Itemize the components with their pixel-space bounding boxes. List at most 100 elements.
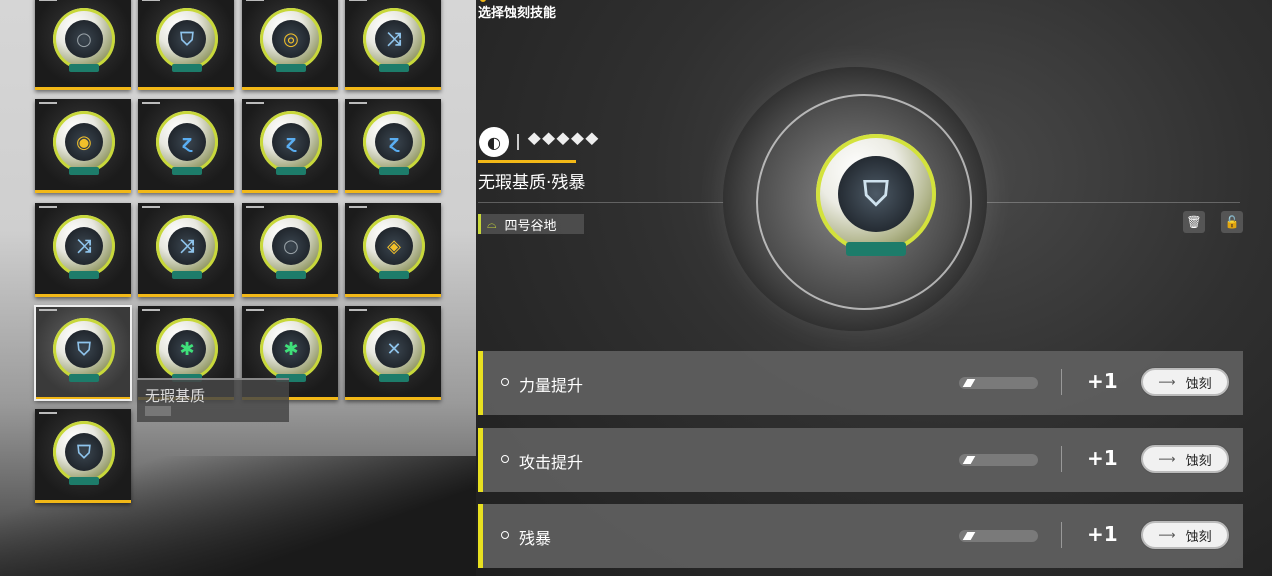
matrix-card[interactable]: ○ [242,203,338,297]
matrix-card[interactable]: ○ [35,0,131,90]
card-tag [246,0,264,1]
page-title: 选择蚀刻技能 [478,6,557,21]
card-tag [142,102,160,104]
card-tag [349,0,367,1]
matrix-orb: ⤨ [156,215,218,279]
card-tag [39,309,57,311]
card-tag [142,206,160,208]
orb-base [276,167,306,175]
location-badge: ⌓ 四号谷地 [478,214,584,234]
orb-base [172,167,202,175]
skill-level-bar [959,530,1038,542]
skill-label: 攻击提升 [519,453,584,472]
matrix-orb: ✕ [363,318,425,382]
skill-glyph-icon: ◈ [375,227,413,265]
skill-glyph-icon: ⛉ [65,330,103,368]
arrow-icon: ⟶ [1158,375,1176,389]
card-tag [246,102,264,104]
etch-button[interactable]: ⟶ 蚀刻 [1141,445,1229,473]
lock-toggle-button[interactable]: 🔓 [1221,211,1243,233]
skill-row-attack: 攻击提升 +1 ⟶ 蚀刻 [478,428,1243,492]
card-tag [246,309,264,311]
skill-glyph-icon: ◉ [65,123,103,161]
arrow-icon: ⟶ [1158,528,1176,542]
matrix-orb: ○ [53,8,115,72]
matrix-orb: ○ [260,215,322,279]
orb-base [172,271,202,279]
card-tag [349,309,367,311]
matrix-orb: ɀ [260,111,322,175]
matrix-card[interactable]: ⛉ [35,409,131,503]
skill-glyph-icon: ⤨ [168,227,206,265]
orb-base [379,167,409,175]
set-icon: ◐ [479,127,509,157]
bullet-icon [501,455,509,463]
location-icon: ⌓ [487,216,497,231]
skill-glyph-icon: ✕ [375,330,413,368]
matrix-preview: ⛉ [816,134,936,256]
skill-row-brutality: 残暴 +1 ⟶ 蚀刻 [478,504,1243,568]
skill-divider [1061,522,1062,548]
matrix-card[interactable]: ◈ [345,203,441,297]
card-tag [349,206,367,208]
name-underline [478,160,576,163]
matrix-card[interactable]: ɀ [138,99,234,193]
matrix-card[interactable]: ◉ [35,99,131,193]
skill-glyph-icon: ✱ [168,330,206,368]
orb-base [379,374,409,382]
etch-button[interactable]: ⟶ 蚀刻 [1141,521,1229,549]
card-tag [39,412,57,414]
tooltip-subline [145,406,171,416]
orb-base [69,477,99,485]
orb-base [172,64,202,72]
matrix-orb: ◎ [260,8,322,72]
skill-glyph-icon: ✱ [272,330,310,368]
skill-label: 残暴 [519,529,552,548]
skill-glyph-icon: ○ [65,20,103,58]
preview-base [846,242,906,256]
skill-glyph-icon: ⛉ [168,20,206,58]
skill-glyph-icon: ɀ [168,123,206,161]
matrix-orb: ⛉ [53,318,115,382]
bullet-icon [501,378,509,386]
skill-glyph-icon: ○ [272,227,310,265]
card-tag [142,0,160,1]
etch-button[interactable]: ⟶ 蚀刻 [1141,368,1229,396]
rank-separator [517,134,519,150]
matrix-orb: ⤨ [363,8,425,72]
skill-bonus: +1 [1087,522,1118,546]
card-tag [39,206,57,208]
matrix-card[interactable]: ⛉ [34,305,132,401]
skill-row-power: 力量提升 +1 ⟶ 蚀刻 [478,351,1243,415]
matrix-card[interactable]: ◎ [242,0,338,90]
matrix-card[interactable]: ɀ [345,99,441,193]
bullet-icon [501,531,509,539]
skill-level-bar [959,454,1038,466]
card-tag [246,206,264,208]
hover-tooltip: 无瑕基质 [137,378,289,422]
matrix-orb: ◈ [363,215,425,279]
skill-glyph-icon: ɀ [272,123,310,161]
rank-stars: ⯁⯁⯁⯁⯁ [527,130,599,151]
orb-base [276,271,306,279]
matrix-orb: ⤨ [53,215,115,279]
delete-button[interactable]: 🗑 [1183,211,1205,233]
skill-bonus: +1 [1087,446,1118,470]
rank-icons: ⯁⯁⯁⯁⯁ [527,130,599,151]
matrix-orb: ✱ [260,318,322,382]
matrix-orb: ⛉ [53,421,115,485]
matrix-card[interactable]: ✕ [345,306,441,400]
trash-icon: 🗑 [1186,215,1202,229]
skill-level-bar [959,377,1038,389]
matrix-card[interactable]: ⤨ [345,0,441,90]
location-label: 四号谷地 [504,218,557,234]
matrix-card[interactable]: ⤨ [35,203,131,297]
matrix-card[interactable]: ⛉ [138,0,234,90]
card-tag [142,309,160,311]
matrix-card[interactable]: ⤨ [138,203,234,297]
skill-bonus: +1 [1087,369,1118,393]
etch-button-label: 蚀刻 [1185,453,1212,469]
matrix-orb: ɀ [156,111,218,175]
arrow-icon: ⟶ [1158,452,1176,466]
matrix-card[interactable]: ɀ [242,99,338,193]
